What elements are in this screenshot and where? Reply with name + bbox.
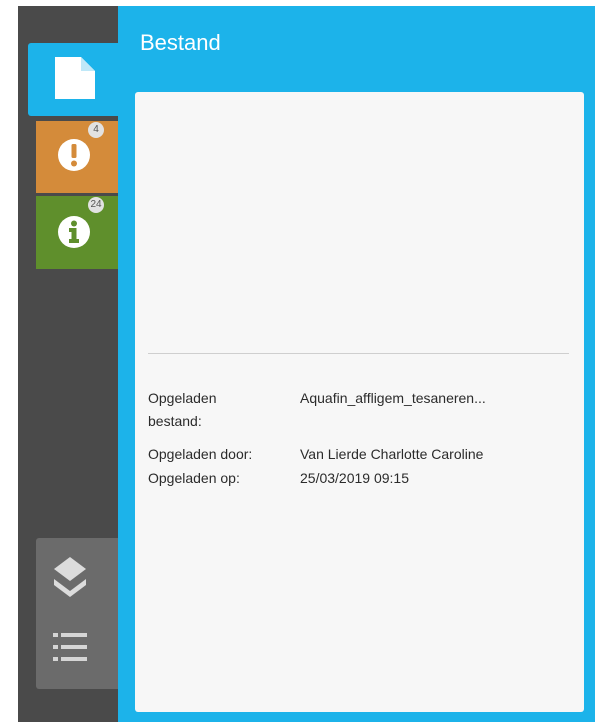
legend-button[interactable]	[36, 614, 118, 684]
list-icon	[53, 633, 87, 661]
info-count-badge: 24	[88, 197, 104, 213]
uploaded-file-label: Opgeladen bestand:	[148, 390, 217, 429]
panel-title: Bestand	[140, 30, 221, 55]
divider	[148, 353, 569, 354]
uploaded-on-value: 25/03/2019 09:15	[300, 470, 409, 486]
tab-warnings[interactable]: 4	[36, 121, 118, 193]
uploaded-by-value: Van Lierde Charlotte Caroline	[300, 446, 484, 462]
file-icon	[55, 57, 95, 99]
uploaded-by-label: Opgeladen door:	[148, 446, 253, 462]
uploaded-file-value[interactable]: Aquafin_affligem_tesaneren...	[300, 387, 486, 410]
warnings-count-badge: 4	[88, 122, 104, 138]
exclamation-circle-icon	[58, 139, 90, 171]
uploaded-on-label: Opgeladen op:	[148, 470, 240, 486]
app-window: Bestand 4 24 Opgeladen bestand: Aquafin_…	[0, 0, 595, 722]
tab-info[interactable]: 24	[36, 196, 118, 269]
layers-icon	[54, 557, 86, 597]
tab-file[interactable]	[28, 43, 122, 116]
layers-button[interactable]	[36, 542, 118, 612]
info-circle-icon	[58, 216, 90, 248]
